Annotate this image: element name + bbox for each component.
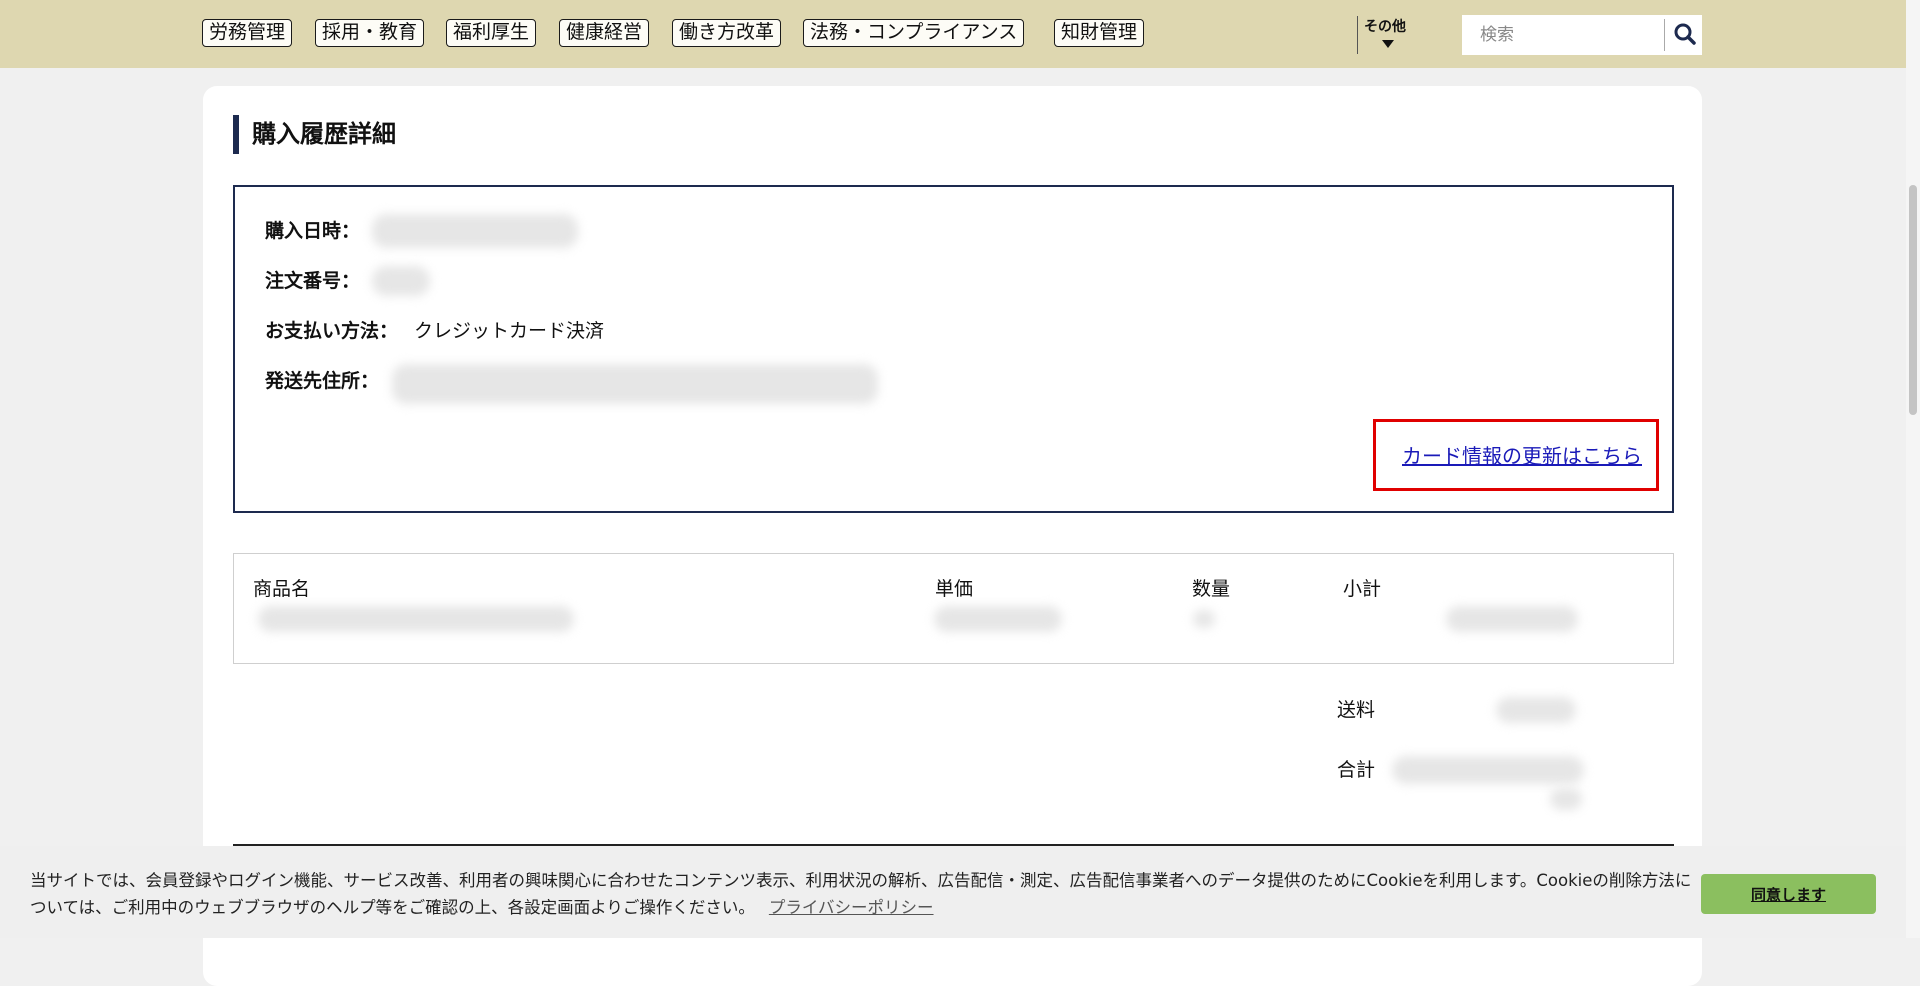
total-suffix-redacted [1550,788,1582,810]
nav-category-recruitment[interactable]: 採用・教育 [315,19,425,47]
shipping-fee-redacted [1496,697,1576,723]
shipping-address-label: 発送先住所： [265,370,380,392]
shipping-address-value-redacted [392,364,878,404]
heading-accent-bar [233,115,239,154]
purchase-date-value-redacted [372,214,578,248]
payment-method-label: お支払い方法： [265,320,399,342]
cookie-agree-button[interactable]: 同意します [1701,874,1876,914]
order-number-label: 注文番号： [265,270,361,292]
nav-category-labor[interactable]: 労務管理 [202,19,293,47]
total-label: 合計 [1337,759,1376,781]
subtotal-redacted [1446,606,1578,632]
column-header-quantity: 数量 [1192,578,1231,600]
nav-category-ip[interactable]: 知財管理 [1054,19,1145,47]
scrollbar-thumb[interactable] [1909,185,1917,415]
unit-price-redacted [934,606,1062,632]
search-button[interactable] [1667,15,1702,55]
nav-category-work-style[interactable]: 働き方改革 [672,19,782,47]
card-update-link[interactable]: カード情報の更新はこちら [1402,442,1642,470]
search-icon [1674,23,1696,45]
quantity-redacted [1193,610,1215,628]
purchase-date-label: 購入日時： [265,220,361,242]
search-input[interactable] [1462,15,1665,55]
search-box [1462,15,1702,55]
privacy-policy-link[interactable]: プライバシーポリシー [769,898,934,917]
shipping-fee-label: 送料 [1337,699,1376,721]
total-redacted [1392,756,1584,784]
product-name-redacted [258,606,574,632]
top-navigation: 労務管理 採用・教育 福利厚生 健康経営 働き方改革 法務・コンプライアンス 知… [0,0,1920,68]
payment-method-value: クレジットカード決済 [414,320,605,342]
caret-down-icon[interactable] [1382,40,1394,48]
order-number-value-redacted [372,266,430,296]
column-header-subtotal: 小計 [1343,578,1382,600]
scrollbar-track[interactable] [1906,0,1920,938]
nav-category-health[interactable]: 健康経営 [559,19,650,47]
page-title: 購入履歴詳細 [252,120,396,148]
column-header-product-name: 商品名 [253,578,311,600]
nav-category-legal[interactable]: 法務・コンプライアンス [803,19,1025,47]
nav-category-welfare[interactable]: 福利厚生 [446,19,537,47]
column-header-unit-price: 単価 [935,578,974,600]
nav-divider [1357,16,1358,54]
cookie-message: 当サイトでは、会員登録やログイン機能、サービス改善、利用者の興味関心に合わせたコ… [30,867,1700,921]
nav-other-menu[interactable]: その他 [1364,18,1406,36]
search-divider [1664,19,1665,51]
